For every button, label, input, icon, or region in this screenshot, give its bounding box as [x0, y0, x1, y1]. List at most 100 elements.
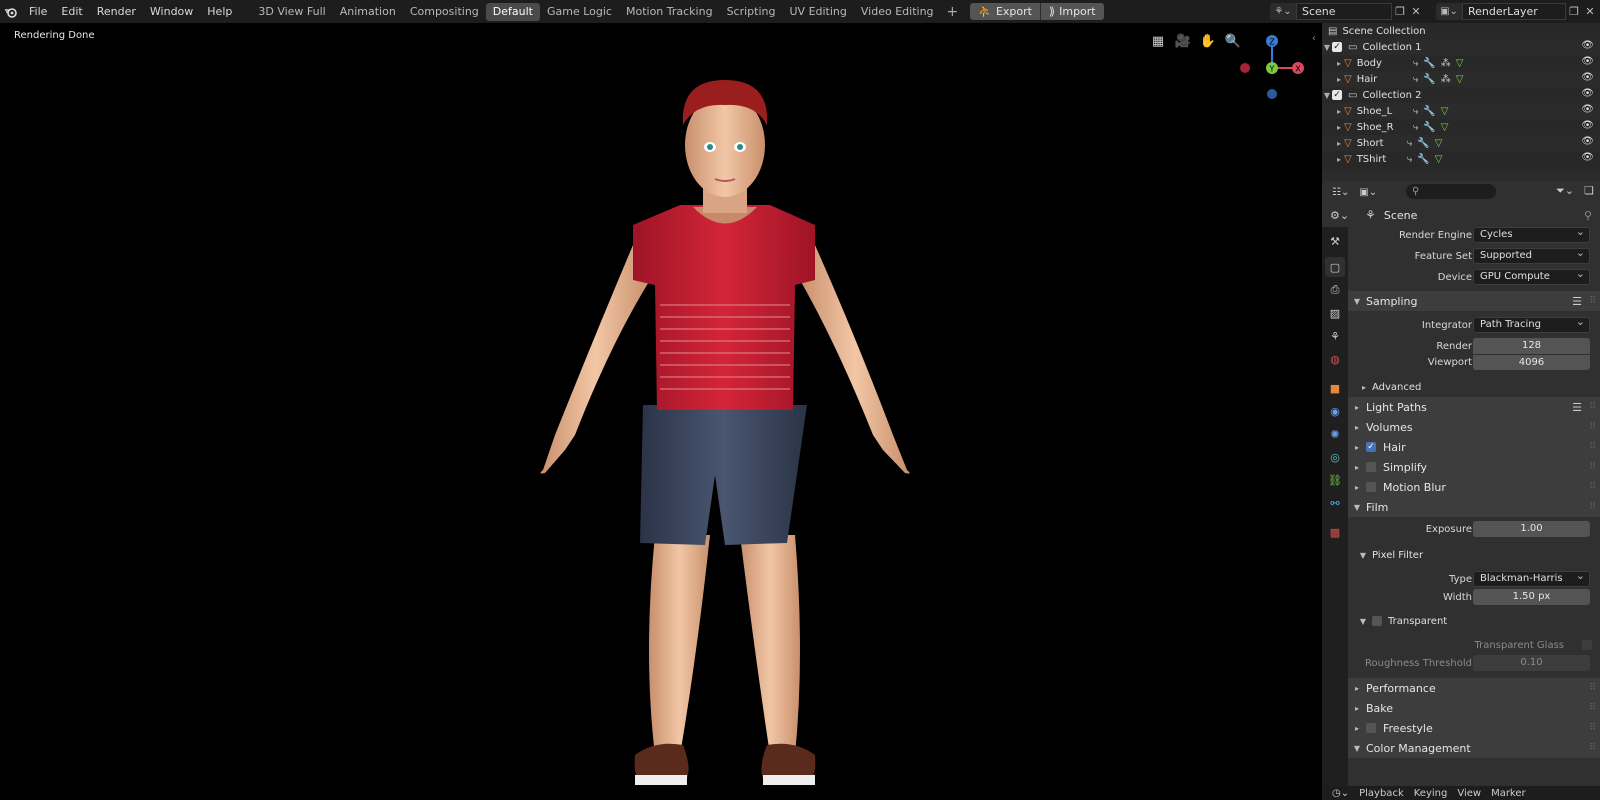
expand-arrow-icon[interactable]: ▼ — [1322, 43, 1332, 52]
subpanel-pixel-filter[interactable]: ▼ Pixel Filter — [1348, 545, 1600, 565]
object-tab-icon[interactable]: ■ — [1325, 378, 1345, 398]
drag-handle-icon[interactable]: ⠿ — [1589, 743, 1596, 753]
delete-layer-icon[interactable]: ✕ — [1582, 3, 1598, 20]
menu-window[interactable]: Window — [143, 0, 200, 23]
constraints-tab-icon[interactable]: ⛓ — [1325, 470, 1345, 490]
motion-blur-checkbox[interactable] — [1366, 482, 1376, 492]
eye-icon[interactable]: 👁 — [1581, 120, 1594, 131]
drag-handle-icon[interactable]: ⠿ — [1589, 683, 1596, 693]
outliner-row-collection-1[interactable]: ▼ ✓ ▭ Collection 1 👁 — [1322, 39, 1600, 55]
world-tab-icon[interactable]: ◍ — [1325, 349, 1345, 369]
subpanel-advanced[interactable]: ▸ Advanced — [1348, 377, 1600, 397]
expand-arrow-icon[interactable]: ▸ — [1334, 155, 1344, 164]
scene-name-field[interactable]: Scene — [1296, 3, 1392, 20]
render-engine-dropdown[interactable]: Cycles — [1473, 227, 1590, 243]
blender-logo-icon[interactable] — [0, 0, 22, 23]
expand-arrow-icon[interactable]: ▸ — [1334, 107, 1344, 116]
outliner-row-collection-2[interactable]: ▼ ✓ ▭ Collection 2 👁 — [1322, 87, 1600, 103]
roughness-threshold-field[interactable]: 0.10 — [1473, 655, 1590, 671]
filter-icon[interactable]: ⏷⌄ — [1556, 184, 1574, 198]
outliner-row-body[interactable]: ▸ ▽ Body ⤷ 🔧 ⁂ ▽ 👁 — [1322, 55, 1600, 71]
filter-type-dropdown[interactable]: Blackman-Harris — [1473, 569, 1590, 587]
outliner-row-shoe-l[interactable]: ▸ ▽ Shoe_L ⤷ 🔧 ▽ 👁 — [1322, 103, 1600, 119]
eye-icon[interactable]: 👁 — [1581, 152, 1594, 163]
render-tab-icon[interactable]: ▢ — [1325, 257, 1345, 277]
panel-film[interactable]: ▼ Film ⠿ — [1348, 497, 1600, 517]
eye-icon[interactable]: 👁 — [1581, 88, 1594, 99]
duplicate-scene-icon[interactable]: ❐ — [1392, 3, 1408, 20]
integrator-dropdown[interactable]: Path Tracing — [1473, 315, 1590, 333]
drag-handle-icon[interactable]: ⠿ — [1589, 502, 1596, 512]
transparent-glass-checkbox[interactable] — [1582, 640, 1592, 650]
panel-light-paths[interactable]: ▸ Light Paths ☰ ⠿ — [1348, 397, 1600, 417]
3d-viewport[interactable]: Rendering Done ▦ 🎥 ✋ 🔍 ‹ Z Y X — [0, 23, 1322, 800]
panel-color-management[interactable]: ▼ Color Management ⠿ — [1348, 738, 1600, 758]
panel-performance[interactable]: ▸ Performance ⠿ — [1348, 678, 1600, 698]
drag-handle-icon[interactable]: ⠿ — [1589, 703, 1596, 713]
drag-handle-icon[interactable]: ⠿ — [1589, 723, 1596, 733]
expand-arrow-icon[interactable]: ▸ — [1334, 139, 1344, 148]
menu-help[interactable]: Help — [200, 0, 239, 23]
tab-scripting[interactable]: Scripting — [720, 3, 783, 21]
panel-volumes[interactable]: ▸ Volumes ⠿ — [1348, 417, 1600, 437]
view-menu[interactable]: View — [1457, 788, 1481, 799]
outliner-row-short[interactable]: ▸ ▽ Short ⤷ 🔧 ▽ 👁 — [1322, 135, 1600, 151]
scene-tab-icon[interactable]: ⚘ — [1325, 326, 1345, 346]
exclude-checkbox[interactable]: ✓ — [1332, 42, 1342, 52]
tab-compositing[interactable]: Compositing — [403, 3, 486, 21]
drag-handle-icon[interactable]: ⠿ — [1589, 296, 1596, 306]
transparent-checkbox[interactable] — [1372, 616, 1382, 626]
hand-pan-icon[interactable]: ✋ — [1200, 33, 1216, 49]
filter-width-field[interactable]: 1.50 px — [1473, 589, 1590, 605]
physics-tab-icon[interactable]: ◎ — [1325, 447, 1345, 467]
view-layer-tab-icon[interactable]: ▨ — [1325, 303, 1345, 323]
drag-handle-icon[interactable]: ⠿ — [1589, 422, 1596, 432]
outliner-scene-collection[interactable]: ▤ Scene Collection — [1322, 23, 1600, 39]
add-workspace-icon[interactable]: + — [941, 4, 965, 20]
menu-file[interactable]: File — [22, 0, 54, 23]
panel-freestyle[interactable]: ▸ Freestyle ⠿ — [1348, 718, 1600, 738]
panel-hair[interactable]: ▸ ✓ Hair ⠿ — [1348, 437, 1600, 457]
tab-default[interactable]: Default — [485, 2, 540, 21]
subpanel-transparent[interactable]: ▼ Transparent — [1348, 611, 1600, 631]
editor-type-icon[interactable]: ☷⌄ — [1332, 187, 1349, 198]
keying-menu[interactable]: Keying — [1414, 788, 1448, 799]
panel-simplify[interactable]: ▸ Simplify ⠿ — [1348, 457, 1600, 477]
outliner-row-tshirt[interactable]: ▸ ▽ TShirt ⤷ 🔧 ▽ 👁 — [1322, 151, 1600, 167]
tab-game-logic[interactable]: Game Logic — [540, 3, 619, 21]
exposure-field[interactable]: 1.00 — [1473, 521, 1590, 537]
device-dropdown[interactable]: GPU Compute — [1473, 267, 1590, 285]
camera-icon[interactable]: 🎥 — [1175, 33, 1191, 49]
outliner-row-shoe-r[interactable]: ▸ ▽ Shoe_R ⤷ 🔧 ▽ 👁 — [1322, 119, 1600, 135]
pin-icon[interactable]: ⚲ — [1584, 209, 1592, 222]
texture-tab-icon[interactable]: ▩ — [1325, 522, 1345, 542]
marker-menu[interactable]: Marker — [1491, 788, 1526, 799]
tab-animation[interactable]: Animation — [333, 3, 403, 21]
output-tab-icon[interactable]: ⎙ — [1325, 280, 1345, 300]
menu-render[interactable]: Render — [90, 0, 143, 23]
expand-arrow-icon[interactable]: ▼ — [1322, 91, 1332, 100]
freestyle-checkbox[interactable] — [1366, 723, 1376, 733]
presets-icon[interactable]: ☰ — [1572, 295, 1582, 308]
simplify-checkbox[interactable] — [1366, 462, 1376, 472]
collapse-arrow-icon[interactable]: ‹ — [1312, 33, 1316, 44]
tab-video-editing[interactable]: Video Editing — [854, 3, 941, 21]
modifier-tab-icon[interactable]: ◉ — [1325, 401, 1345, 421]
viewport-samples-field[interactable]: 4096 — [1473, 354, 1590, 370]
editor-type-icon[interactable]: ⚙⌄ — [1330, 209, 1349, 222]
playback-menu[interactable]: Playback — [1359, 788, 1404, 799]
drag-handle-icon[interactable]: ⠿ — [1589, 442, 1596, 452]
outliner-row-hair[interactable]: ▸ ▽ Hair ⤷ 🔧 ⁂ ▽ 👁 — [1322, 71, 1600, 87]
particles-tab-icon[interactable]: ✺ — [1325, 424, 1345, 444]
expand-arrow-icon[interactable]: ▸ — [1334, 75, 1344, 84]
outliner[interactable]: ▤ Scene Collection ▼ ✓ ▭ Collection 1 👁 … — [1322, 23, 1600, 181]
presets-icon[interactable]: ☰ — [1572, 401, 1582, 414]
navigation-gizmo[interactable]: Z Y X — [1232, 27, 1312, 107]
eye-icon[interactable]: 👁 — [1581, 40, 1594, 51]
grid-icon[interactable]: ▦ — [1150, 33, 1166, 49]
duplicate-layer-icon[interactable]: ❐ — [1566, 3, 1582, 20]
panel-sampling[interactable]: ▼ Sampling ☰ ⠿ — [1348, 291, 1600, 311]
gizmo-neg-x[interactable] — [1240, 63, 1250, 73]
export-button[interactable]: ⛹ Export — [970, 3, 1040, 20]
tab-uv-editing[interactable]: UV Editing — [783, 3, 854, 21]
